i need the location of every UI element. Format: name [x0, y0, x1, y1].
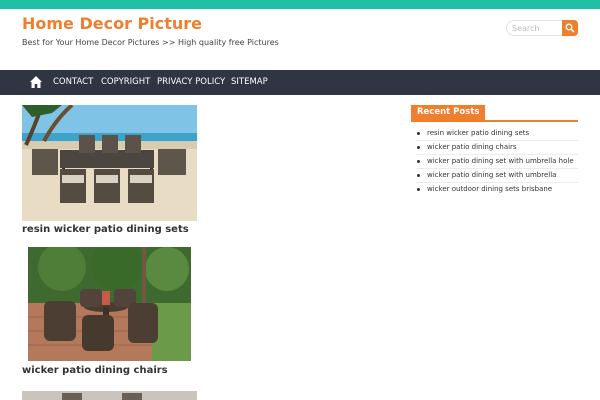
recent-post-label: wicker outdoor dining sets brisbane: [427, 185, 553, 193]
nav-item-sitemap[interactable]: SITEMAP: [231, 70, 268, 95]
recent-post-label: resin wicker patio dining sets: [427, 129, 530, 137]
post-thumbnail-next[interactable]: [22, 388, 197, 400]
widget-divider: [411, 120, 578, 122]
divider: [416, 182, 578, 183]
divider: [416, 140, 578, 141]
nav-item-privacy-policy[interactable]: PRIVACY POLICY: [157, 70, 225, 95]
search-input[interactable]: [506, 20, 563, 36]
site-tagline: Best for Your Home Decor Pictures >> Hig…: [22, 38, 279, 47]
recent-posts-heading: Recent Posts: [411, 105, 486, 120]
bullet-icon: [417, 159, 420, 163]
nav-item-contact[interactable]: CONTACT: [53, 70, 93, 95]
post-title-link[interactable]: wicker patio dining chairs: [22, 365, 168, 376]
bullet-icon: [417, 131, 420, 135]
bullet-icon: [417, 187, 420, 191]
recent-post-link[interactable]: wicker outdoor dining sets brisbane: [417, 185, 552, 193]
divider: [416, 154, 578, 155]
recent-post-link[interactable]: wicker patio dining chairs: [417, 143, 517, 151]
recent-post-label: wicker patio dining set with umbrella: [427, 171, 557, 179]
search-button[interactable]: [562, 20, 578, 36]
recent-post-link[interactable]: wicker patio dining set with umbrella ho…: [417, 157, 574, 165]
search-icon: [565, 23, 575, 33]
post-title-link[interactable]: resin wicker patio dining sets: [22, 224, 189, 235]
home-icon[interactable]: [29, 75, 43, 89]
search-form: [506, 20, 578, 36]
nav-item-copyright[interactable]: COPYRIGHT: [101, 70, 150, 95]
post-thumbnail-beach-patio[interactable]: [22, 105, 197, 221]
post-thumbnail-brick-patio[interactable]: [22, 247, 197, 363]
recent-post-label: wicker patio dining chairs: [427, 143, 517, 151]
top-accent-bar: [0, 0, 600, 9]
bullet-icon: [417, 173, 420, 177]
site-title[interactable]: Home Decor Picture: [22, 14, 202, 33]
bullet-icon: [417, 145, 420, 149]
recent-post-link[interactable]: resin wicker patio dining sets: [417, 129, 529, 137]
divider: [416, 168, 578, 169]
recent-post-link[interactable]: wicker patio dining set with umbrella: [417, 171, 556, 179]
recent-post-label: wicker patio dining set with umbrella ho…: [427, 157, 574, 165]
